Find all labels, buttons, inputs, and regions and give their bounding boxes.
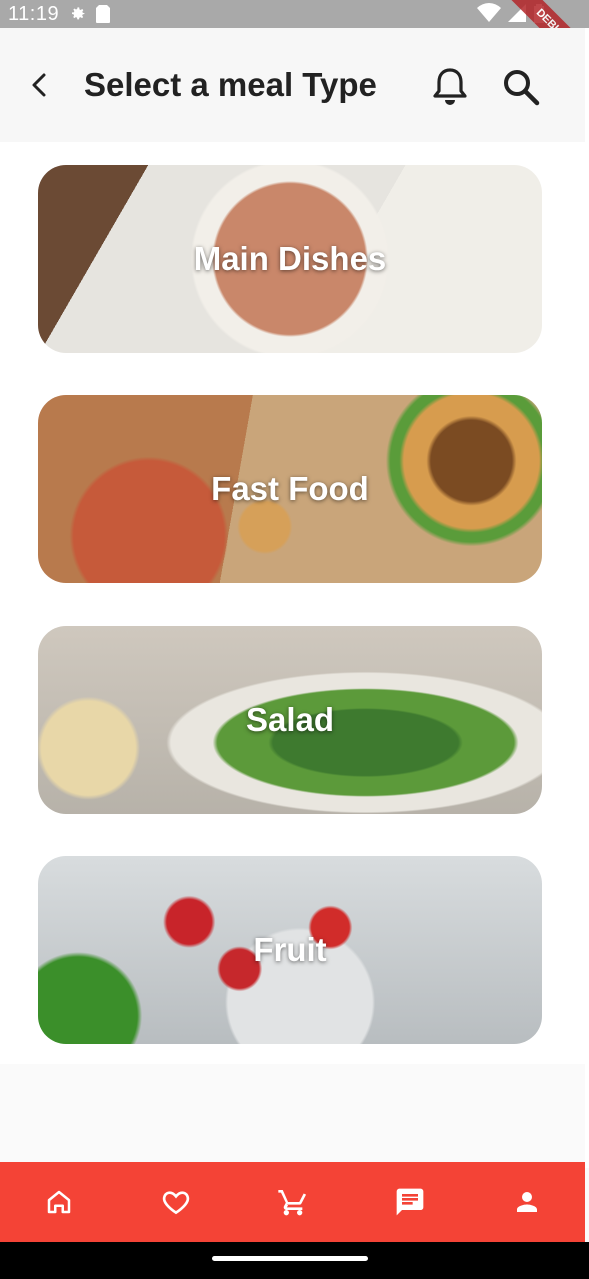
bell-icon xyxy=(433,68,467,105)
favorite-icon xyxy=(162,1191,189,1215)
nav-profile[interactable] xyxy=(507,1182,547,1222)
meal-card-salad[interactable]: Salad xyxy=(38,626,542,814)
meal-card-main-dishes[interactable]: Main Dishes xyxy=(38,165,542,353)
nav-messages[interactable] xyxy=(390,1182,430,1222)
search-icon xyxy=(504,70,540,106)
cart-icon xyxy=(277,1190,306,1216)
notifications-button[interactable] xyxy=(430,66,470,108)
meal-card-label: Main Dishes xyxy=(193,240,387,277)
back-button[interactable] xyxy=(24,69,56,101)
status-bar: 11:19 DEBUG xyxy=(0,0,589,79)
chat-icon xyxy=(396,1188,423,1216)
meal-card-label: Fruit xyxy=(253,931,327,968)
sim-card-icon xyxy=(95,4,111,24)
system-navigation-bar xyxy=(0,1242,589,1279)
status-time: 11:19 xyxy=(8,2,60,25)
meal-card-label: Fast Food xyxy=(211,470,369,507)
profile-icon xyxy=(516,1192,537,1212)
wifi-icon xyxy=(477,3,501,23)
nav-home[interactable] xyxy=(39,1182,79,1222)
home-icon xyxy=(47,1190,70,1214)
settings-status-icon xyxy=(67,4,87,24)
home-gesture-pill[interactable] xyxy=(212,1256,368,1261)
app-bar: Select a meal Type xyxy=(0,28,589,142)
meal-card-fast-food[interactable]: Fast Food xyxy=(38,395,542,583)
screen-edge xyxy=(585,28,589,1168)
page-title: Select a meal Type xyxy=(84,66,377,103)
back-arrow-icon xyxy=(32,73,46,97)
meal-card-label: Salad xyxy=(245,701,335,738)
bottom-navigation xyxy=(0,1162,585,1242)
meal-card-fruit[interactable]: Fruit xyxy=(38,856,542,1044)
nav-cart[interactable] xyxy=(273,1182,313,1222)
meal-type-list: Main Dishes Fast Food Salad Fruit xyxy=(0,142,589,1064)
search-button[interactable] xyxy=(500,66,542,108)
nav-favorites[interactable] xyxy=(156,1182,196,1222)
